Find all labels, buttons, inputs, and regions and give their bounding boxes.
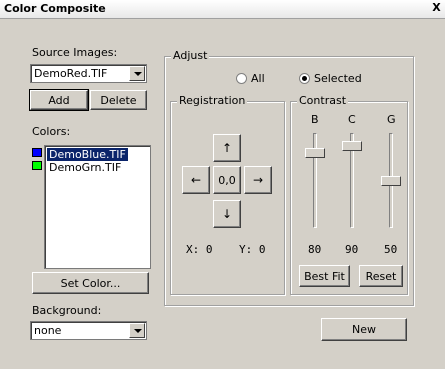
adjust-label: Adjust	[171, 49, 210, 62]
source-image-select[interactable]: DemoRed.TIF	[30, 64, 147, 83]
slider-thumb-b[interactable]	[305, 148, 325, 158]
list-item[interactable]: DemoGrn.TIF	[47, 161, 123, 174]
source-image-value: DemoRed.TIF	[34, 67, 108, 80]
background-value: none	[34, 324, 62, 337]
x-offset-readout: X: 0	[186, 243, 213, 256]
move-right-button[interactable]: →	[244, 166, 272, 194]
source-images-label: Source Images:	[32, 46, 118, 59]
channel-label-b: B	[311, 113, 319, 126]
contrast-value-g: 50	[384, 243, 398, 256]
radio-selected-label[interactable]: Selected	[314, 72, 362, 85]
colors-label: Colors:	[32, 125, 71, 138]
radio-all[interactable]	[236, 73, 247, 84]
reset-offset-button[interactable]: 0,0	[213, 166, 241, 194]
reset-button[interactable]: Reset	[359, 265, 403, 287]
slider-thumb-c[interactable]	[342, 141, 362, 151]
arrow-right-icon: →	[252, 173, 264, 187]
set-color-button[interactable]: Set Color...	[32, 272, 149, 294]
chevron-down-icon[interactable]	[129, 323, 145, 338]
radio-selected[interactable]	[299, 73, 310, 84]
list-item[interactable]: DemoBlue.TIF	[47, 148, 128, 161]
move-up-button[interactable]: ↑	[213, 134, 241, 162]
arrow-up-icon: ↑	[221, 141, 233, 155]
registration-group: Registration	[170, 94, 285, 295]
arrow-down-icon: ↓	[221, 207, 233, 221]
window-title: Color Composite	[4, 2, 106, 15]
radio-all-label[interactable]: All	[251, 72, 265, 85]
add-button[interactable]: Add	[29, 89, 89, 111]
contrast-value-b: 80	[308, 243, 322, 256]
slider-thumb-g[interactable]	[381, 176, 401, 186]
color-swatch-blue	[32, 148, 42, 157]
contrast-label: Contrast	[297, 94, 349, 107]
move-left-button[interactable]: ←	[182, 166, 210, 194]
delete-button[interactable]: Delete	[90, 90, 147, 110]
registration-label: Registration	[177, 94, 248, 107]
channel-label-g: G	[387, 113, 396, 126]
color-swatch-green	[32, 161, 42, 170]
channel-label-c: C	[348, 113, 356, 126]
offset-center-label: 0,0	[218, 173, 236, 187]
color-composite-window: Color Composite X Source Images: DemoRed…	[0, 0, 445, 369]
title-bar: Color Composite X	[0, 0, 445, 19]
new-button[interactable]: New	[321, 318, 407, 341]
colors-listbox[interactable]: DemoBlue.TIF DemoGrn.TIF	[44, 145, 151, 269]
best-fit-button[interactable]: Best Fit	[299, 265, 350, 287]
chevron-down-icon[interactable]	[129, 66, 145, 81]
background-select[interactable]: none	[30, 321, 147, 340]
contrast-value-c: 90	[345, 243, 359, 256]
move-down-button[interactable]: ↓	[213, 200, 241, 228]
close-icon[interactable]: X	[430, 2, 443, 15]
background-label: Background:	[32, 304, 102, 317]
arrow-left-icon: ←	[190, 173, 202, 187]
y-offset-readout: Y: 0	[239, 243, 266, 256]
